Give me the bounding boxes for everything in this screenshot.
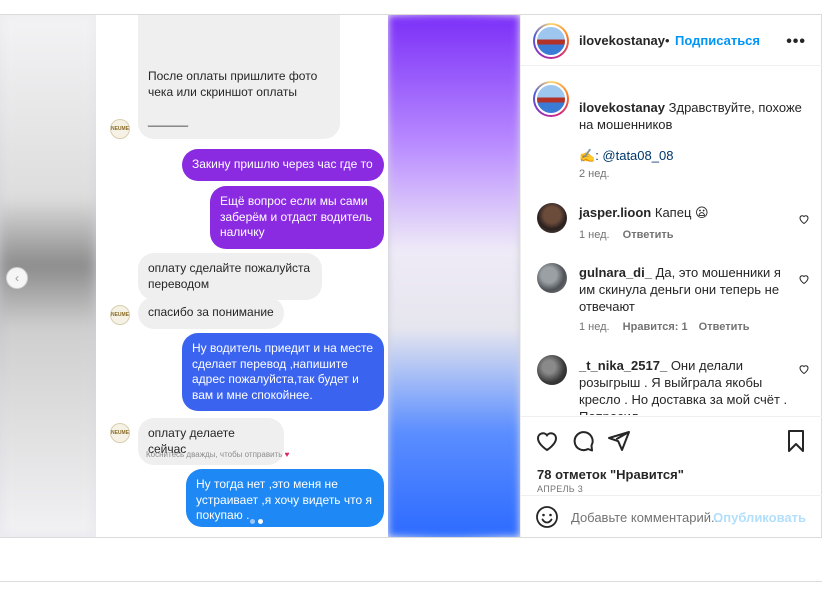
like-comment-icon[interactable] [798, 273, 810, 285]
chevron-left-icon: ‹ [15, 271, 19, 285]
caption-avatar[interactable] [533, 81, 569, 117]
like-icon[interactable] [535, 429, 559, 453]
chat-message-text: оплату сделайте пожалуйста переводом [148, 261, 311, 291]
writing-hand-icon: ✍️ [579, 148, 596, 163]
like-comment-icon[interactable] [798, 213, 810, 225]
chat-message-outgoing: Ну тогда нет ,это меня не устраивает ,я … [186, 469, 384, 527]
shop-avatar: NEUME [110, 423, 130, 443]
double-tap-hint: Коснитесь дважды, чтобы отправить ♥ [146, 450, 289, 459]
comment-meta: 1 нед. Ответить [579, 229, 674, 241]
chat-message-incoming: оплату сделайте пожалуйста переводом [138, 253, 322, 300]
caption-credit: ✍️: @tata08_08 [579, 147, 673, 164]
chat-screenshot: После оплаты пришлите фото чека или скри… [96, 15, 388, 537]
comment-meta: 1 нед. Нравится: 1 Ответить [579, 321, 750, 333]
avatar-image [535, 83, 567, 115]
like-comment-icon[interactable] [798, 363, 810, 375]
shop-avatar: NEUME [110, 119, 130, 139]
comment-text: jasper.lioon Капец 😦 [579, 204, 789, 221]
comment-text: gulnara_di_ Да, это мошенники я им скину… [579, 264, 795, 315]
publish-button[interactable]: Опубликовать [713, 510, 806, 525]
author-username[interactable]: ilovekostanay [579, 33, 665, 48]
chat-message-text: Ну водитель приедит и на месте сделает п… [192, 341, 374, 402]
commenter-avatar[interactable] [537, 355, 567, 385]
likes-count[interactable]: 78 отметок "Нравится" [537, 467, 684, 482]
commenter-avatar[interactable] [537, 263, 567, 293]
chat-message-incoming: спасибо за понимание [138, 297, 284, 329]
comment-text: _t_nika_2517_ Они делали розыгрыш . Я вы… [579, 357, 795, 415]
chat-message-outgoing: Ещё вопрос если мы сами заберём и отдаст… [210, 186, 384, 249]
comment-icon[interactable] [571, 429, 595, 453]
avatar-image [535, 25, 567, 57]
comments-list: ilovekostanay Здравствуйте, похоже на мо… [521, 67, 822, 415]
comment-time[interactable]: 1 нед. [579, 229, 610, 241]
more-options-icon[interactable]: ••• [786, 33, 806, 51]
chat-message-text: спасибо за понимание [148, 305, 274, 319]
comment-username[interactable]: jasper.lioon [579, 205, 651, 220]
comment-time[interactable]: 1 нед. [579, 321, 610, 333]
chat-message-text: Закину пришлю через час где то [192, 157, 373, 171]
chat-message-text: Ну тогда нет ,это меня не устраивает ,я … [196, 477, 373, 522]
chat-message-outgoing: Закину пришлю через час где то [182, 149, 384, 181]
hint-text: Коснитесь дважды, чтобы отправить [146, 450, 283, 459]
divider [0, 581, 822, 582]
save-icon[interactable] [784, 429, 808, 453]
post-media[interactable]: После оплаты пришлите фото чека или скри… [0, 15, 520, 537]
caption-time[interactable]: 2 нед. [579, 168, 610, 180]
comment-username[interactable]: _t_nika_2517_ [579, 358, 667, 373]
emoji-icon[interactable] [535, 505, 559, 529]
share-icon[interactable] [607, 429, 631, 453]
chat-message-text: Ещё вопрос если мы сами заберём и отдаст… [220, 194, 372, 239]
reply-button[interactable]: Ответить [623, 229, 674, 241]
shop-avatar: NEUME [110, 305, 130, 325]
caption-username[interactable]: ilovekostanay [579, 100, 665, 115]
comment-input[interactable]: Добавьте комментарий... [571, 510, 722, 525]
post-date[interactable]: Апрель 3 [537, 484, 583, 494]
add-comment-bar: Добавьте комментарий... Опубликовать [521, 495, 822, 537]
post-sidebar: ilovekostanay • Подписаться ••• ilovekos… [520, 15, 822, 537]
commenter-avatar[interactable] [537, 203, 567, 233]
chat-message-outgoing: Ну водитель приедит и на месте сделает п… [182, 333, 384, 411]
heart-icon: ♥ [284, 450, 290, 459]
carousel-dots [250, 519, 263, 524]
reply-button[interactable]: Ответить [699, 321, 750, 333]
comment-body: Капец 😦 [654, 205, 709, 220]
mention-link[interactable]: : @tata08_08 [595, 148, 673, 163]
post-dialog: После оплаты пришлите фото чека или скри… [0, 14, 822, 538]
carousel-dot-active [258, 519, 263, 524]
author-avatar[interactable] [533, 23, 569, 59]
comment-username[interactable]: gulnara_di_ [579, 265, 652, 280]
post-actions: 78 отметок "Нравится" Апрель 3 [521, 416, 822, 494]
media-blur-right [388, 15, 520, 537]
carousel-prev-button[interactable]: ‹ [6, 267, 28, 289]
dot-separator: • [665, 33, 670, 48]
carousel-dot [250, 519, 255, 524]
post-header: ilovekostanay • Подписаться ••• [521, 15, 822, 66]
chat-message-text: После оплаты пришлите фото чека или скри… [148, 69, 318, 99]
comment-likes[interactable]: Нравится: 1 [623, 321, 688, 333]
chat-message-incoming: После оплаты пришлите фото чека или скри… [138, 15, 340, 139]
caption-text: ilovekostanay Здравствуйте, похоже на мо… [579, 99, 809, 133]
chat-message-text: ______ [148, 113, 189, 127]
follow-button[interactable]: Подписаться [675, 33, 760, 48]
